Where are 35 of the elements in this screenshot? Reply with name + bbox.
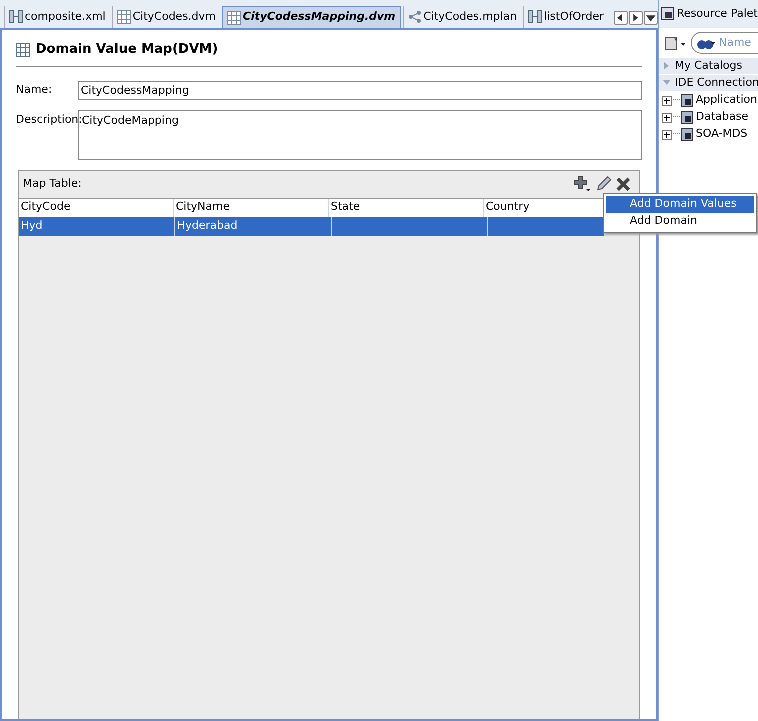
grid-icon bbox=[116, 10, 131, 24]
palette-section[interactable]: My Catalogs bbox=[659, 58, 758, 75]
expand-icon[interactable] bbox=[662, 96, 672, 106]
table-cell[interactable] bbox=[488, 216, 605, 236]
expand-icon[interactable] bbox=[662, 112, 672, 122]
grid-icon bbox=[227, 10, 242, 24]
scroll-right-icon[interactable] bbox=[629, 11, 643, 25]
connection-item[interactable]: SOA-MDS bbox=[696, 126, 748, 143]
editor-tab[interactable]: CityCodessMapping.dvm bbox=[222, 6, 401, 28]
table-cell[interactable]: Hyderabad bbox=[175, 216, 332, 236]
connection-icon bbox=[673, 93, 695, 108]
table-cell[interactable]: Hyd bbox=[19, 216, 176, 236]
dropdown-icon[interactable] bbox=[644, 11, 658, 25]
connection-item[interactable]: Application bbox=[696, 92, 758, 109]
scroll-left-icon[interactable] bbox=[614, 11, 628, 25]
menu-item[interactable]: Add Domain Values bbox=[606, 196, 754, 213]
connection-icon bbox=[673, 110, 695, 125]
palette-icon bbox=[661, 7, 675, 21]
expand-icon[interactable] bbox=[662, 130, 672, 140]
text-input-field[interactable]: CityCodessMapping bbox=[78, 80, 642, 100]
close-icon[interactable] bbox=[616, 176, 631, 192]
composite-icon bbox=[9, 10, 23, 24]
pencil-icon[interactable] bbox=[596, 176, 612, 192]
table-cell[interactable] bbox=[332, 216, 488, 236]
grid-icon bbox=[16, 42, 30, 57]
add-icon[interactable] bbox=[574, 176, 592, 192]
connection-icon bbox=[673, 127, 695, 142]
connection-item[interactable]: Database bbox=[696, 109, 748, 126]
description-field[interactable]: CityCodeMapping bbox=[78, 110, 642, 160]
name-label: Name: bbox=[16, 82, 54, 98]
collapse-icon bbox=[663, 79, 671, 87]
map-table-label: Map Table: bbox=[23, 176, 82, 192]
editor-title: Domain Value Map(DVM) bbox=[36, 41, 218, 59]
expand-icon bbox=[663, 62, 671, 70]
composite-icon bbox=[528, 10, 542, 24]
